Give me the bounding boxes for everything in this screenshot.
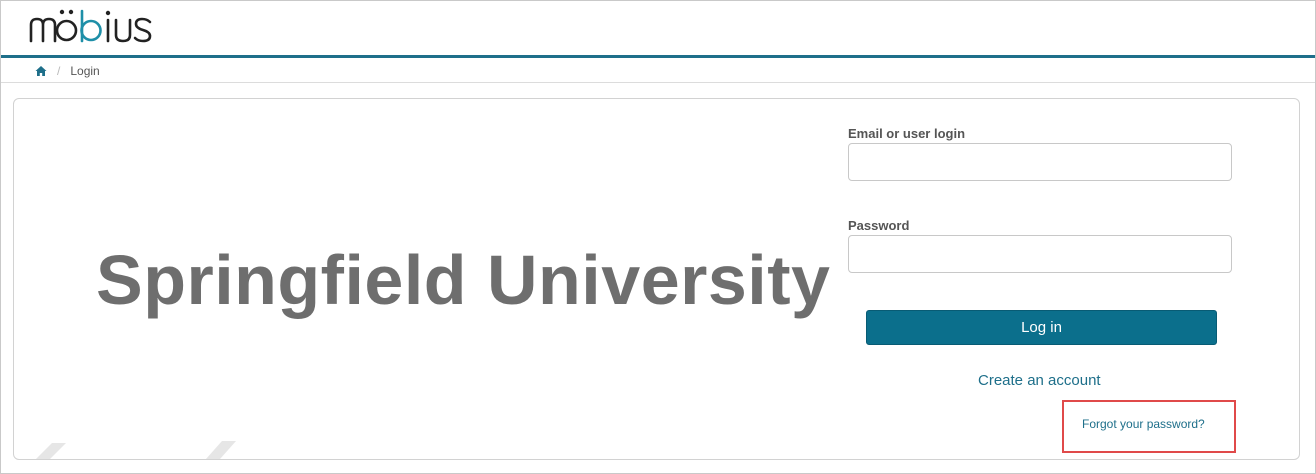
login-card: Springfield University Email or user log… [13,98,1300,460]
password-label: Password [848,218,910,233]
home-icon[interactable] [35,65,47,77]
login-button[interactable]: Log in [866,310,1217,345]
university-name: Springfield University [96,241,831,319]
breadcrumb-current: Login [70,64,100,78]
forgot-password-link[interactable]: Forgot your password? [1082,417,1205,431]
background-decoration [36,441,236,459]
breadcrumb: / Login [1,60,1315,83]
mobius-logo[interactable] [29,7,169,47]
breadcrumb-separator: / [57,64,61,78]
email-input[interactable] [848,143,1232,181]
header [1,1,1315,58]
password-input[interactable] [848,235,1232,273]
create-account-link[interactable]: Create an account [978,372,1101,389]
email-label: Email or user login [848,126,966,141]
